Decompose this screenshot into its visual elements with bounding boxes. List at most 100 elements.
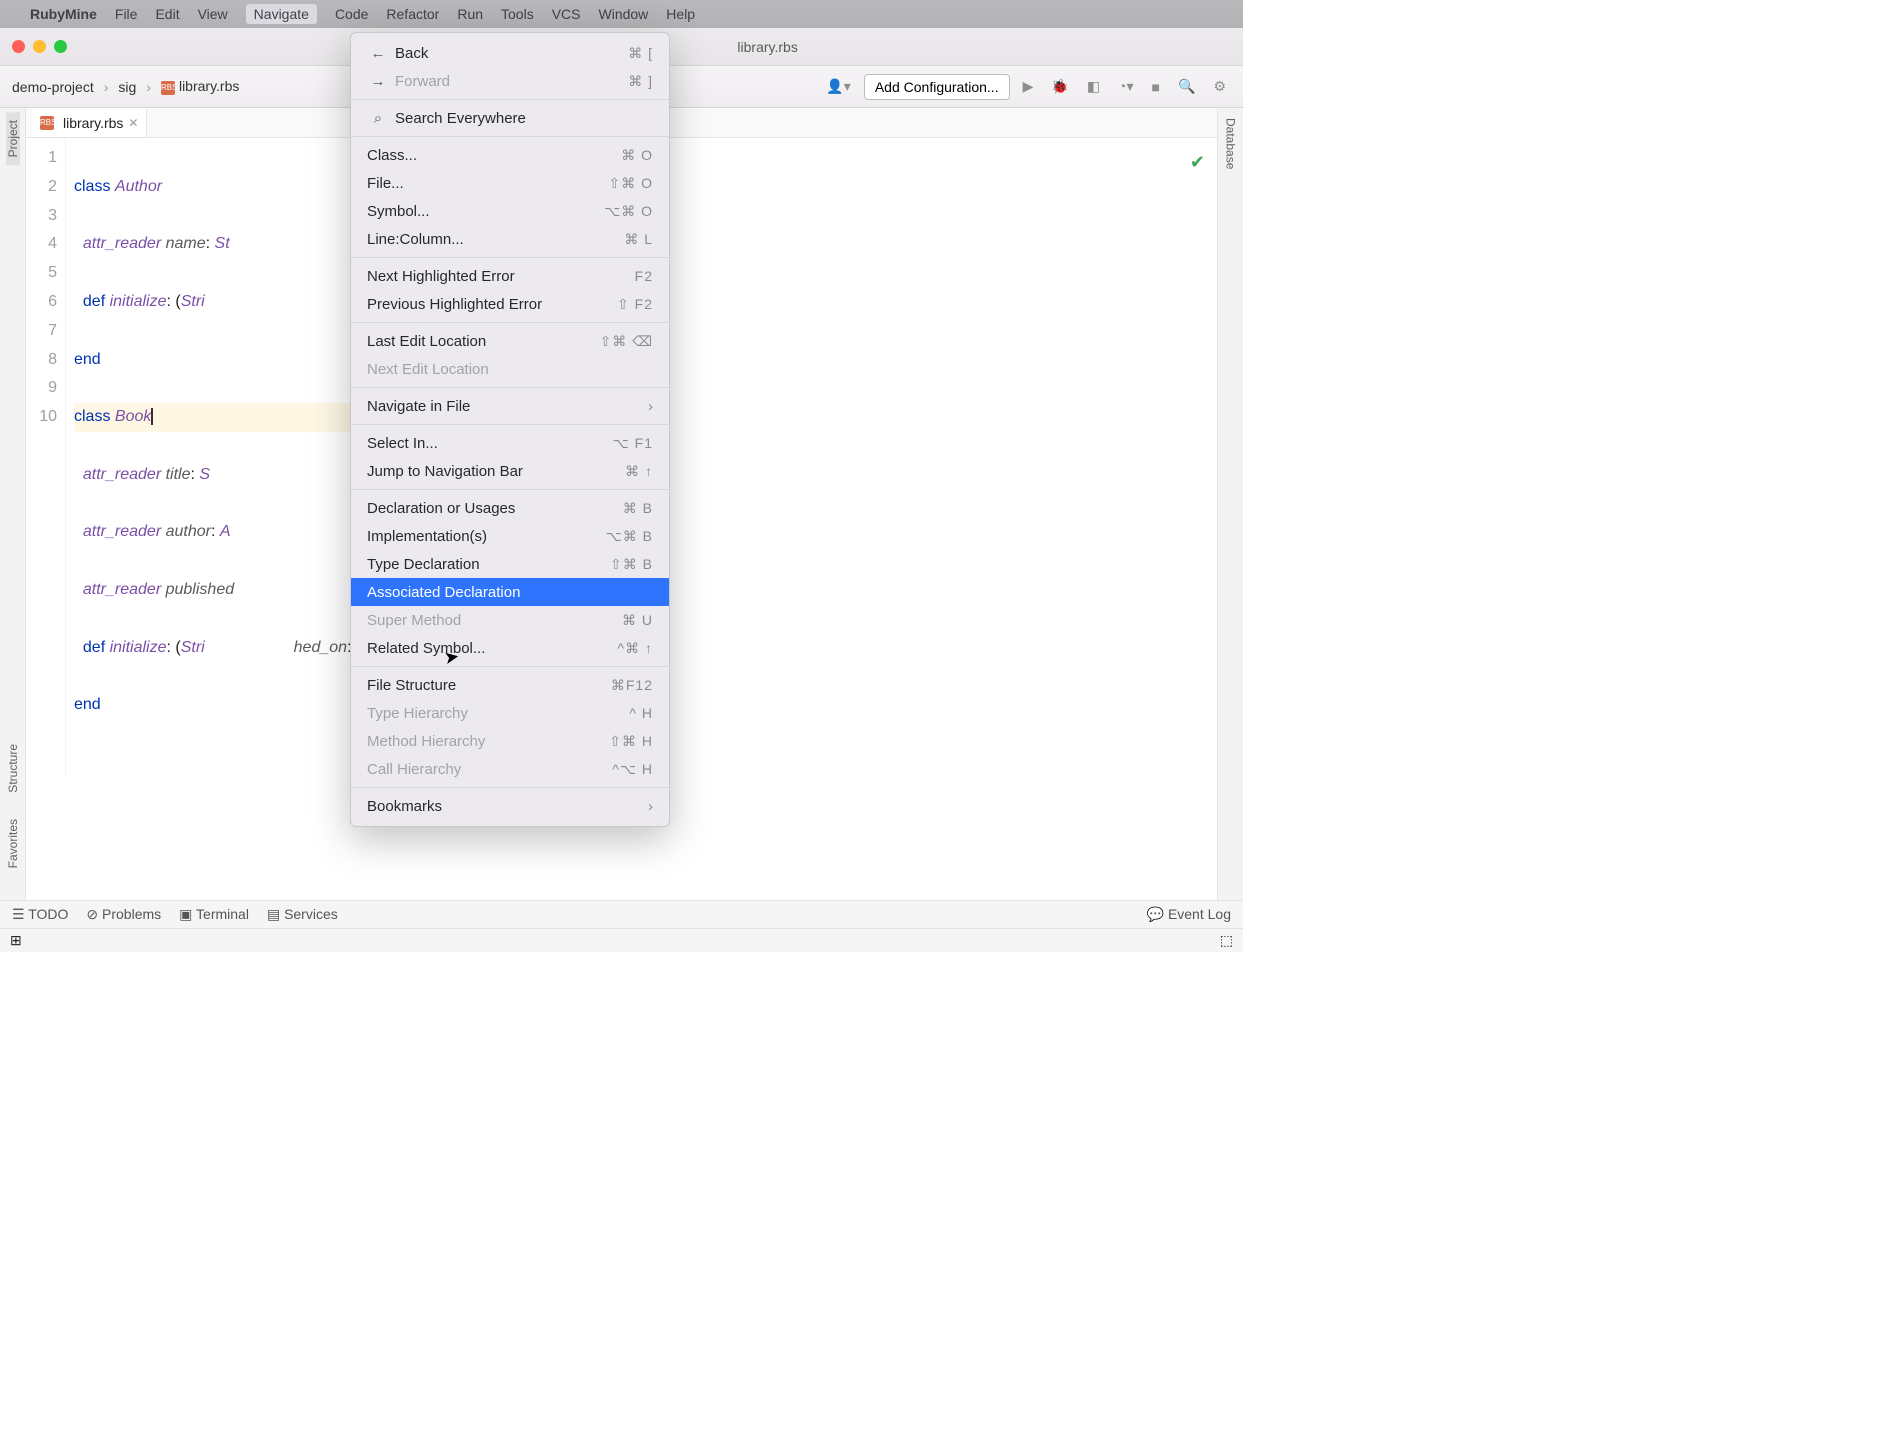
shortcut-label: ⇧ F2 bbox=[617, 296, 653, 313]
menu-item-label: Implementation(s) bbox=[367, 528, 487, 545]
menu-item-related-symbol[interactable]: Related Symbol...^⌘ ↑ bbox=[351, 634, 669, 662]
menu-item-super-method: Super Method⌘ U bbox=[351, 606, 669, 634]
submenu-chevron-icon: › bbox=[648, 398, 653, 415]
add-configuration-button[interactable]: Add Configuration... bbox=[864, 74, 1010, 100]
menu-item-previous-highlighted-error[interactable]: Previous Highlighted Error ⇧ F2 bbox=[351, 290, 669, 318]
problems-tool-button[interactable]: ⊘ Problems bbox=[86, 906, 161, 923]
menu-item-next-highlighted-error[interactable]: Next Highlighted ErrorF2 bbox=[351, 262, 669, 290]
menu-run[interactable]: Run bbox=[457, 6, 483, 22]
run-profile-icon[interactable]: 👤▾ bbox=[821, 78, 855, 95]
menu-edit[interactable]: Edit bbox=[155, 6, 179, 22]
menu-navigate[interactable]: Navigate bbox=[246, 4, 317, 24]
breadcrumb-folder[interactable]: sig bbox=[118, 79, 136, 95]
menu-item-label: Method Hierarchy bbox=[367, 733, 485, 750]
todo-tool-button[interactable]: ☰ TODO bbox=[12, 906, 68, 923]
menu-item-label: File... bbox=[367, 175, 404, 192]
stop-icon[interactable]: ■ bbox=[1147, 79, 1165, 95]
inspection-ok-icon[interactable]: ✔ bbox=[1190, 152, 1205, 173]
shortcut-label: ⌘ O bbox=[621, 147, 653, 164]
menu-item-bookmarks[interactable]: Bookmarks› bbox=[351, 792, 669, 820]
favorites-tool-button[interactable]: Favorites bbox=[6, 811, 20, 876]
search-icon: ⌕ bbox=[367, 110, 389, 127]
shortcut-label: ⌥ F1 bbox=[613, 435, 653, 452]
database-tool-button[interactable]: Database bbox=[1224, 112, 1238, 175]
tool-windows-icon[interactable]: ⊞ bbox=[10, 932, 22, 949]
shortcut-label: ⌘ B bbox=[623, 500, 653, 517]
search-icon[interactable]: 🔍 bbox=[1173, 78, 1200, 95]
zoom-window-button[interactable] bbox=[54, 40, 67, 53]
close-tab-icon[interactable]: ✕ bbox=[128, 116, 138, 130]
shortcut-label: ⌘ ↑ bbox=[625, 463, 653, 480]
shortcut-label: ⌘ ] bbox=[628, 73, 653, 90]
terminal-tool-button[interactable]: ▣ Terminal bbox=[179, 906, 249, 923]
line-gutter: 12345678910 bbox=[26, 138, 66, 778]
menu-item-file[interactable]: File...⇧⌘ O bbox=[351, 169, 669, 197]
chevron-right-icon: › bbox=[144, 79, 153, 95]
menu-item-label: Class... bbox=[367, 147, 417, 164]
project-tool-button[interactable]: Project bbox=[6, 112, 20, 165]
menu-item-method-hierarchy: Method Hierarchy⇧⌘ H bbox=[351, 727, 669, 755]
menu-item-back[interactable]: ←Back⌘ [ bbox=[351, 39, 669, 67]
breadcrumb-project[interactable]: demo-project bbox=[12, 79, 94, 95]
menu-item-label: Declaration or Usages bbox=[367, 500, 515, 517]
structure-tool-button[interactable]: Structure bbox=[6, 736, 20, 801]
profile-icon[interactable]: ◔▾ bbox=[1113, 78, 1138, 95]
menu-item-symbol[interactable]: Symbol...⌥⌘ O bbox=[351, 197, 669, 225]
event-log-button[interactable]: 💬 Event Log bbox=[1147, 906, 1231, 923]
debug-icon[interactable]: 🐞 bbox=[1046, 78, 1073, 95]
menu-item-file-structure[interactable]: File Structure⌘F12 bbox=[351, 671, 669, 699]
shortcut-label: ^⌥ H bbox=[612, 761, 653, 778]
menu-item-label: Line:Column... bbox=[367, 231, 464, 248]
menu-code[interactable]: Code bbox=[335, 6, 368, 22]
editor-tab[interactable]: RBS library.rbs ✕ bbox=[32, 108, 147, 137]
menu-item-implementation-s[interactable]: Implementation(s) ⌥⌘ B bbox=[351, 522, 669, 550]
rbs-file-icon: RBS bbox=[40, 116, 54, 130]
breadcrumb-file[interactable]: RBSlibrary.rbs bbox=[161, 78, 239, 94]
menu-item-label: Forward bbox=[395, 73, 450, 90]
submenu-chevron-icon: › bbox=[648, 798, 653, 815]
menu-item-declaration-or-usages[interactable]: Declaration or Usages ⌘ B bbox=[351, 494, 669, 522]
menu-item-label: Call Hierarchy bbox=[367, 761, 461, 778]
menu-item-search-everywhere[interactable]: ⌕ Search Everywhere bbox=[351, 104, 669, 132]
menu-item-label: Select In... bbox=[367, 435, 438, 452]
menu-item-label: Associated Declaration bbox=[367, 584, 520, 601]
close-window-button[interactable] bbox=[12, 40, 25, 53]
menu-item-line-column[interactable]: Line:Column...⌘ L bbox=[351, 225, 669, 253]
menu-item-last-edit-location[interactable]: Last Edit Location⇧⌘ ⌫ bbox=[351, 327, 669, 355]
menu-file[interactable]: File bbox=[115, 6, 138, 22]
menu-item-select-in[interactable]: Select In... ⌥ F1 bbox=[351, 429, 669, 457]
shortcut-label: ⌥⌘ B bbox=[606, 528, 653, 545]
menu-vcs[interactable]: VCS bbox=[552, 6, 581, 22]
menu-item-type-declaration[interactable]: Type Declaration⇧⌘ B bbox=[351, 550, 669, 578]
menu-item-jump-to-navigation-bar[interactable]: Jump to Navigation Bar ⌘ ↑ bbox=[351, 457, 669, 485]
ide-name[interactable]: RubyMine bbox=[30, 6, 97, 22]
shortcut-label: ⇧⌘ B bbox=[610, 556, 653, 573]
menu-item-associated-declaration[interactable]: Associated Declaration bbox=[351, 578, 669, 606]
services-tool-button[interactable]: ▤ Services bbox=[267, 906, 338, 923]
menu-item-label: Previous Highlighted Error bbox=[367, 296, 542, 313]
status-bar: ⊞ ⬚ bbox=[0, 928, 1243, 952]
menu-window[interactable]: Window bbox=[599, 6, 649, 22]
macos-menubar: RubyMine File Edit View Navigate Code Re… bbox=[0, 0, 1243, 28]
menu-item-class[interactable]: Class... ⌘ O bbox=[351, 141, 669, 169]
menu-item-label: Search Everywhere bbox=[395, 110, 526, 127]
menu-item-navigate-in-file[interactable]: Navigate in File› bbox=[351, 392, 669, 420]
ide-status-icon[interactable]: ⬚ bbox=[1220, 932, 1233, 949]
back-arrow-icon: ← bbox=[367, 45, 389, 62]
shortcut-label: ⌘ U bbox=[622, 612, 653, 629]
menu-item-label: File Structure bbox=[367, 677, 456, 694]
run-icon[interactable]: ▶ bbox=[1018, 78, 1039, 95]
menu-item-label: Jump to Navigation Bar bbox=[367, 463, 523, 480]
coverage-icon[interactable]: ◧ bbox=[1082, 78, 1105, 95]
minimize-window-button[interactable] bbox=[33, 40, 46, 53]
menu-tools[interactable]: Tools bbox=[501, 6, 534, 22]
menu-help[interactable]: Help bbox=[666, 6, 695, 22]
menu-item-next-edit-location: Next Edit Location bbox=[351, 355, 669, 383]
menu-item-label: Next Edit Location bbox=[367, 361, 489, 378]
menu-item-label: Type Hierarchy bbox=[367, 705, 468, 722]
shortcut-label: ⌘ [ bbox=[628, 45, 653, 62]
menu-refactor[interactable]: Refactor bbox=[386, 6, 439, 22]
menu-view[interactable]: View bbox=[198, 6, 228, 22]
menu-item-label: Related Symbol... bbox=[367, 640, 485, 657]
settings-icon[interactable]: ⚙ bbox=[1208, 78, 1231, 95]
